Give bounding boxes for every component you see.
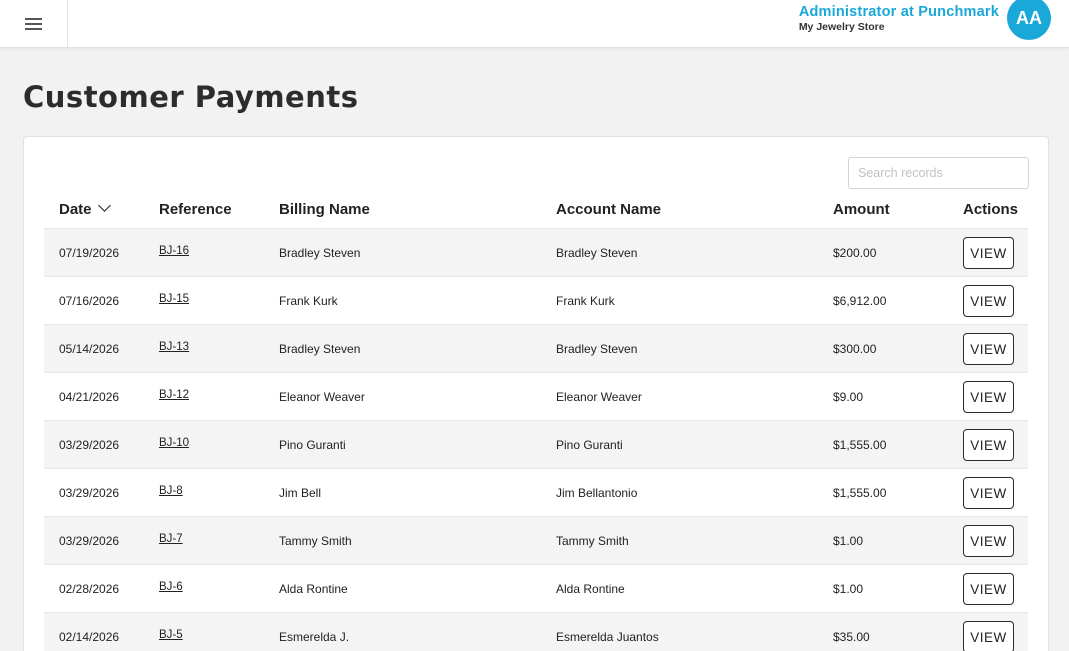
table-row: 07/16/2026 BJ-15 Frank Kurk Frank Kurk $… <box>44 276 1028 324</box>
cell-account-name: Frank Kurk <box>556 294 615 308</box>
cell-billing-name: Eleanor Weaver <box>279 390 365 404</box>
cell-amount: $6,912.00 <box>833 294 887 308</box>
cell-account-name: Alda Rontine <box>556 582 625 596</box>
column-header-reference[interactable]: Reference <box>159 201 232 218</box>
reference-link[interactable]: BJ-5 <box>159 629 183 641</box>
cell-account-name: Jim Bellantonio <box>556 486 638 500</box>
cell-date: 07/19/2026 <box>59 246 120 260</box>
reference-link[interactable]: BJ-8 <box>159 485 183 497</box>
cell-date: 07/16/2026 <box>59 294 120 308</box>
table-row: 07/19/2026 BJ-16 Bradley Steven Bradley … <box>44 228 1028 276</box>
table-row: 03/29/2026 BJ-10 Pino Guranti Pino Guran… <box>44 420 1028 468</box>
view-button[interactable]: VIEW <box>963 381 1014 413</box>
menu-button[interactable] <box>0 0 68 47</box>
table-row: 03/29/2026 BJ-8 Jim Bell Jim Bellantonio… <box>44 468 1028 516</box>
view-button[interactable]: VIEW <box>963 477 1014 509</box>
table-row: 04/21/2026 BJ-12 Eleanor Weaver Eleanor … <box>44 372 1028 420</box>
cell-billing-name: Frank Kurk <box>279 294 338 308</box>
cell-account-name: Bradley Steven <box>556 342 638 356</box>
view-button[interactable]: VIEW <box>963 237 1014 269</box>
search-input[interactable] <box>848 157 1029 189</box>
cell-date: 02/28/2026 <box>59 582 120 596</box>
cell-amount: $1.00 <box>833 582 864 596</box>
cell-date: 04/21/2026 <box>59 390 120 404</box>
cell-amount: $1,555.00 <box>833 486 887 500</box>
cell-date: 05/14/2026 <box>59 342 120 356</box>
payments-card: Date Reference Billing Name Account Name… <box>23 136 1049 651</box>
table-row: 02/14/2026 BJ-5 Esmerelda J. Esmerelda J… <box>44 612 1028 651</box>
page-title: Customer Payments <box>23 80 359 114</box>
cell-billing-name: Bradley Steven <box>279 246 361 260</box>
cell-account-name: Esmerelda Juantos <box>556 630 659 644</box>
cell-amount: $1.00 <box>833 534 864 548</box>
view-button[interactable]: VIEW <box>963 429 1014 461</box>
view-button[interactable]: VIEW <box>963 285 1014 317</box>
cell-billing-name: Jim Bell <box>279 486 322 500</box>
cell-account-name: Bradley Steven <box>556 246 638 260</box>
cell-billing-name: Esmerelda J. <box>279 630 350 644</box>
column-header-billing-name[interactable]: Billing Name <box>279 201 370 218</box>
chevron-down-icon <box>97 199 111 212</box>
reference-link[interactable]: BJ-16 <box>159 245 189 257</box>
cell-amount: $200.00 <box>833 246 877 260</box>
reference-link[interactable]: BJ-15 <box>159 293 189 305</box>
table-body: 07/19/2026 BJ-16 Bradley Steven Bradley … <box>44 228 1028 651</box>
cell-billing-name: Pino Guranti <box>279 438 346 452</box>
reference-link[interactable]: BJ-13 <box>159 341 189 353</box>
reference-link[interactable]: BJ-6 <box>159 581 183 593</box>
cell-amount: $1,555.00 <box>833 438 887 452</box>
table-row: 05/14/2026 BJ-13 Bradley Steven Bradley … <box>44 324 1028 372</box>
cell-account-name: Pino Guranti <box>556 438 623 452</box>
view-button[interactable]: VIEW <box>963 621 1014 651</box>
user-info[interactable]: Administrator at Punchmark My Jewelry St… <box>799 4 999 33</box>
cell-date: 03/29/2026 <box>59 438 120 452</box>
cell-date: 02/14/2026 <box>59 630 120 644</box>
hamburger-icon <box>25 17 42 30</box>
column-header-date-label: Date <box>59 201 92 218</box>
column-header-amount[interactable]: Amount <box>833 201 890 218</box>
view-button[interactable]: VIEW <box>963 525 1014 557</box>
top-bar: Administrator at Punchmark My Jewelry St… <box>0 0 1069 48</box>
user-title: Administrator at Punchmark <box>798 4 999 20</box>
reference-link[interactable]: BJ-7 <box>159 533 183 545</box>
reference-link[interactable]: BJ-10 <box>159 437 189 449</box>
table-row: 03/29/2026 BJ-7 Tammy Smith Tammy Smith … <box>44 516 1028 564</box>
table-row: 02/28/2026 BJ-6 Alda Rontine Alda Rontin… <box>44 564 1028 612</box>
cell-amount: $9.00 <box>833 390 864 404</box>
view-button[interactable]: VIEW <box>963 573 1014 605</box>
column-header-actions: Actions <box>963 201 1019 218</box>
cell-billing-name: Alda Rontine <box>279 582 348 596</box>
column-header-account-name[interactable]: Account Name <box>556 201 661 218</box>
reference-link[interactable]: BJ-12 <box>159 389 189 401</box>
cell-billing-name: Tammy Smith <box>279 534 352 548</box>
store-name: My Jewelry Store <box>798 21 885 33</box>
cell-amount: $35.00 <box>833 630 870 644</box>
cell-date: 03/29/2026 <box>59 486 120 500</box>
cell-billing-name: Bradley Steven <box>279 342 361 356</box>
view-button[interactable]: VIEW <box>963 333 1014 365</box>
cell-account-name: Tammy Smith <box>556 534 629 548</box>
table-header: Date Reference Billing Name Account Name… <box>44 199 1028 229</box>
avatar[interactable]: AA <box>1007 0 1051 40</box>
cell-date: 03/29/2026 <box>59 534 120 548</box>
cell-amount: $300.00 <box>833 342 877 356</box>
column-header-date[interactable]: Date <box>59 199 111 218</box>
cell-account-name: Eleanor Weaver <box>556 390 642 404</box>
